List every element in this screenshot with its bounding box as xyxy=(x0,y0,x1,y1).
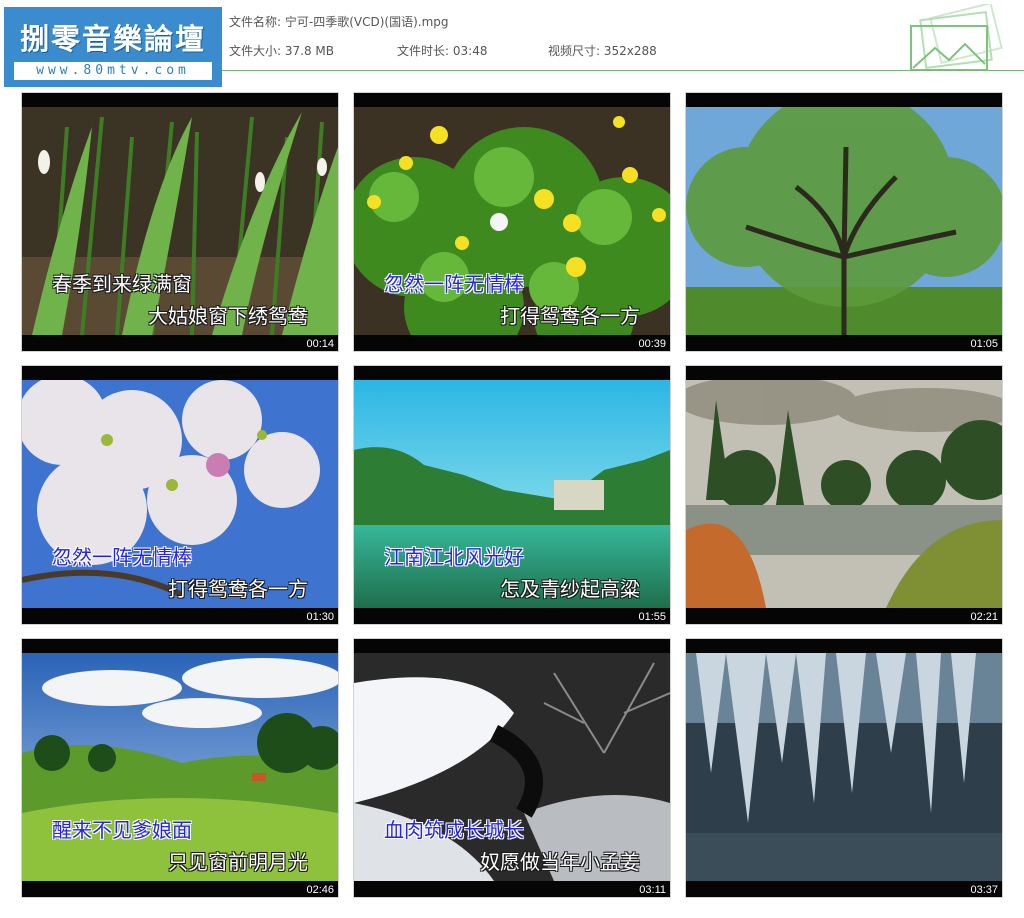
file-name-row: 文件名称: 宁可-四季歌(VCD)(国语).mpg xyxy=(229,13,449,30)
file-size-row: 文件大小: 37.8 MB xyxy=(229,42,334,59)
video-thumbnail[interactable]: 醒来不见爹娘面只见窗前明月光 02:46 xyxy=(21,638,339,898)
lyric-line-2: 打得鸳鸯各一方 xyxy=(500,304,640,328)
letterbox-bottom xyxy=(354,881,670,897)
letterbox-top xyxy=(686,93,1002,107)
header-divider xyxy=(222,70,1024,71)
frame-image xyxy=(686,107,1002,335)
letterbox-top xyxy=(354,366,670,380)
photo-stack-icon xyxy=(910,4,1003,71)
file-name-value: 宁可-四季歌(VCD)(国语).mpg xyxy=(284,15,449,29)
letterbox-top xyxy=(22,366,338,380)
lyric-line-1: 忽然一阵无情棒 xyxy=(52,545,192,569)
letterbox-bottom xyxy=(22,881,338,897)
file-duration-value: 03:48 xyxy=(452,44,488,58)
letterbox-bottom xyxy=(22,608,338,624)
timestamp: 02:46 xyxy=(306,884,334,896)
frame-image: 忽然一阵无情棒打得鸳鸯各一方 xyxy=(22,380,338,608)
logo-url: www.80mtv.com xyxy=(14,62,212,80)
lyric-line-2: 打得鸳鸯各一方 xyxy=(168,577,308,601)
letterbox-bottom xyxy=(686,881,1002,897)
video-thumbnail[interactable]: 江南江北风光好怎及青纱起高粱 01:55 xyxy=(353,365,671,625)
lyric-line-1: 忽然一阵无情棒 xyxy=(384,272,524,296)
lyric-line-1: 春季到来绿满窗 xyxy=(52,272,192,296)
frame-image: 春季到来绿满窗大姑娘窗下绣鸳鸯 xyxy=(22,107,338,335)
lyric-line-2: 奴愿做当年小孟姜 xyxy=(480,850,640,874)
file-size-value: 37.8 MB xyxy=(284,44,334,58)
letterbox-top xyxy=(686,366,1002,380)
letterbox-top xyxy=(22,639,338,653)
video-thumbnail[interactable]: 02:21 xyxy=(685,365,1003,625)
lyric-line-2: 大姑娘窗下绣鸳鸯 xyxy=(148,304,308,328)
letterbox-bottom xyxy=(354,608,670,624)
letterbox-bottom xyxy=(686,608,1002,624)
video-dims-value: 352x288 xyxy=(603,44,657,58)
frame-image: 江南江北风光好怎及青纱起高粱 xyxy=(354,380,670,608)
site-logo: 捌零音樂論壇 www.80mtv.com xyxy=(4,7,222,87)
video-dims-label: 视频尺寸: xyxy=(548,44,601,58)
file-name-label: 文件名称: xyxy=(229,15,282,29)
letterbox-top xyxy=(686,639,1002,653)
timestamp: 03:37 xyxy=(970,884,998,896)
frame-image: 血肉筑成长城长奴愿做当年小孟姜 xyxy=(354,653,670,881)
video-thumbnail[interactable]: 01:05 xyxy=(685,92,1003,352)
letterbox-bottom xyxy=(686,335,1002,351)
file-size-label: 文件大小: xyxy=(229,44,282,58)
timestamp: 00:39 xyxy=(638,338,666,350)
video-thumbnail[interactable]: 血肉筑成长城长奴愿做当年小孟姜 03:11 xyxy=(353,638,671,898)
timestamp: 01:55 xyxy=(638,611,666,623)
video-thumbnail[interactable]: 忽然一阵无情棒打得鸳鸯各一方 00:39 xyxy=(353,92,671,352)
video-dims-row: 视频尺寸: 352x288 xyxy=(548,42,657,59)
lyric-line-2: 只见窗前明月光 xyxy=(168,850,308,874)
frame-image: 醒来不见爹娘面只见窗前明月光 xyxy=(22,653,338,881)
timestamp: 03:11 xyxy=(639,884,666,896)
timestamp: 01:30 xyxy=(306,611,334,623)
lyric-line-1: 江南江北风光好 xyxy=(384,545,524,569)
frame-image: 忽然一阵无情棒打得鸳鸯各一方 xyxy=(354,107,670,335)
file-duration-row: 文件时长: 03:48 xyxy=(397,42,487,59)
lyric-line-1: 醒来不见爹娘面 xyxy=(52,818,192,842)
logo-title: 捌零音樂論壇 xyxy=(19,22,206,56)
letterbox-top xyxy=(22,93,338,107)
video-thumbnail[interactable]: 03:37 xyxy=(685,638,1003,898)
file-duration-label: 文件时长: xyxy=(397,44,450,58)
timestamp: 01:05 xyxy=(970,338,998,350)
video-thumbnail[interactable]: 忽然一阵无情棒打得鸳鸯各一方 01:30 xyxy=(21,365,339,625)
frame-image xyxy=(686,653,1002,881)
timestamp: 00:14 xyxy=(306,338,334,350)
letterbox-top xyxy=(354,639,670,653)
letterbox-bottom xyxy=(22,335,338,351)
letterbox-top xyxy=(354,93,670,107)
lyric-line-1: 血肉筑成长城长 xyxy=(384,818,524,842)
lyric-line-2: 怎及青纱起高粱 xyxy=(500,577,640,601)
timestamp: 02:21 xyxy=(970,611,998,623)
frame-image xyxy=(686,380,1002,608)
video-thumbnail[interactable]: 春季到来绿满窗大姑娘窗下绣鸳鸯 00:14 xyxy=(21,92,339,352)
letterbox-bottom xyxy=(354,335,670,351)
